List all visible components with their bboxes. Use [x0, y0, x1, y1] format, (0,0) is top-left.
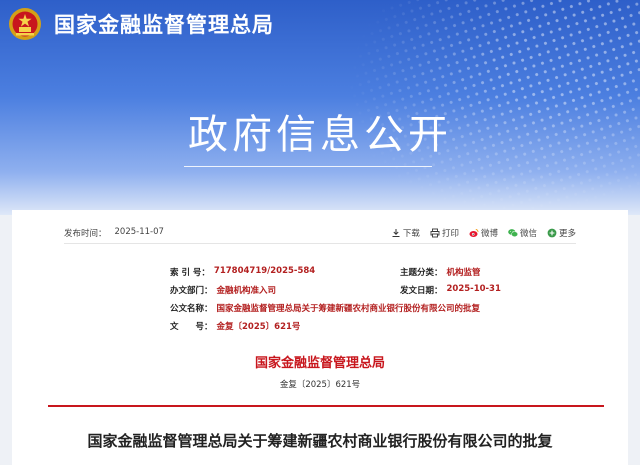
download-label: 下载	[402, 228, 420, 239]
red-divider	[48, 405, 604, 407]
more-label: 更多	[558, 228, 576, 239]
document-number: 金复〔2025〕621号	[279, 380, 361, 390]
brand-name: 国家金融监督管理总局	[54, 13, 274, 37]
docno-value: 金复〔2025〕621号	[216, 322, 301, 332]
plus-icon	[547, 228, 557, 237]
index-value: 717804719/2025-584	[213, 266, 316, 276]
download-icon	[392, 228, 400, 237]
info-row-index: 索 引 号： 717804719/2025-584	[170, 266, 315, 278]
national-emblem-icon	[9, 8, 41, 40]
site-brand[interactable]: 国家金融监督管理总局	[8, 6, 274, 42]
name-label: 公文名称：	[170, 304, 213, 314]
weibo-icon	[469, 228, 479, 237]
wechat-label: 微信	[519, 228, 537, 239]
topic-label: 主题分类：	[400, 268, 443, 278]
document-issuer: 国家金融监督管理总局	[254, 356, 385, 371]
publish-label: 发布时间：	[64, 228, 107, 239]
print-button[interactable]: 打印	[430, 227, 459, 239]
topic-value: 机构监管	[446, 268, 481, 278]
print-icon	[430, 228, 440, 237]
weibo-share-button[interactable]: 微博	[469, 227, 498, 239]
more-share-button[interactable]: 更多	[547, 227, 576, 239]
wechat-icon	[508, 228, 518, 237]
info-row-name: 公文名称： 国家金融监督管理总局关于筹建新疆农村商业银行股份有限公司的批复	[170, 302, 480, 314]
header-banner: 国家金融监督管理总局 政府信息公开	[0, 0, 640, 215]
date-label: 发文日期：	[400, 286, 443, 296]
article-card: 发布时间： 2025-11-07 下载 打印 微博 微信 更多 索 引 号： 7…	[12, 210, 628, 465]
print-label: 打印	[441, 228, 459, 239]
office-label: 办文部门：	[170, 286, 213, 296]
download-button[interactable]: 下载	[391, 227, 420, 239]
date-value: 2025-10-31	[446, 284, 501, 294]
publish-date: 2025-11-07	[114, 226, 164, 237]
share-actions: 下载 打印 微博 微信 更多	[391, 227, 576, 239]
weibo-label: 微博	[480, 228, 498, 239]
info-row-docno: 文 号： 金复〔2025〕621号	[170, 320, 300, 332]
docno-label: 文 号：	[170, 322, 213, 332]
index-label: 索 引 号：	[170, 268, 210, 278]
meta-bar: 发布时间： 2025-11-07 下载 打印 微博 微信 更多	[64, 222, 576, 244]
info-row-office: 办文部门： 金融机构准入司	[170, 284, 276, 296]
publish-info: 发布时间： 2025-11-07	[64, 227, 164, 239]
hero-underline	[184, 166, 432, 167]
hero-title: 政府信息公开	[188, 112, 452, 158]
wechat-share-button[interactable]: 微信	[508, 227, 537, 239]
info-row-date: 发文日期： 2025-10-31	[400, 284, 501, 296]
info-row-topic: 主题分类： 机构监管	[400, 266, 481, 278]
office-value: 金融机构准入司	[216, 286, 277, 296]
document-title: 国家金融监督管理总局关于筹建新疆农村商业银行股份有限公司的批复	[87, 432, 553, 450]
name-value: 国家金融监督管理总局关于筹建新疆农村商业银行股份有限公司的批复	[216, 304, 481, 314]
